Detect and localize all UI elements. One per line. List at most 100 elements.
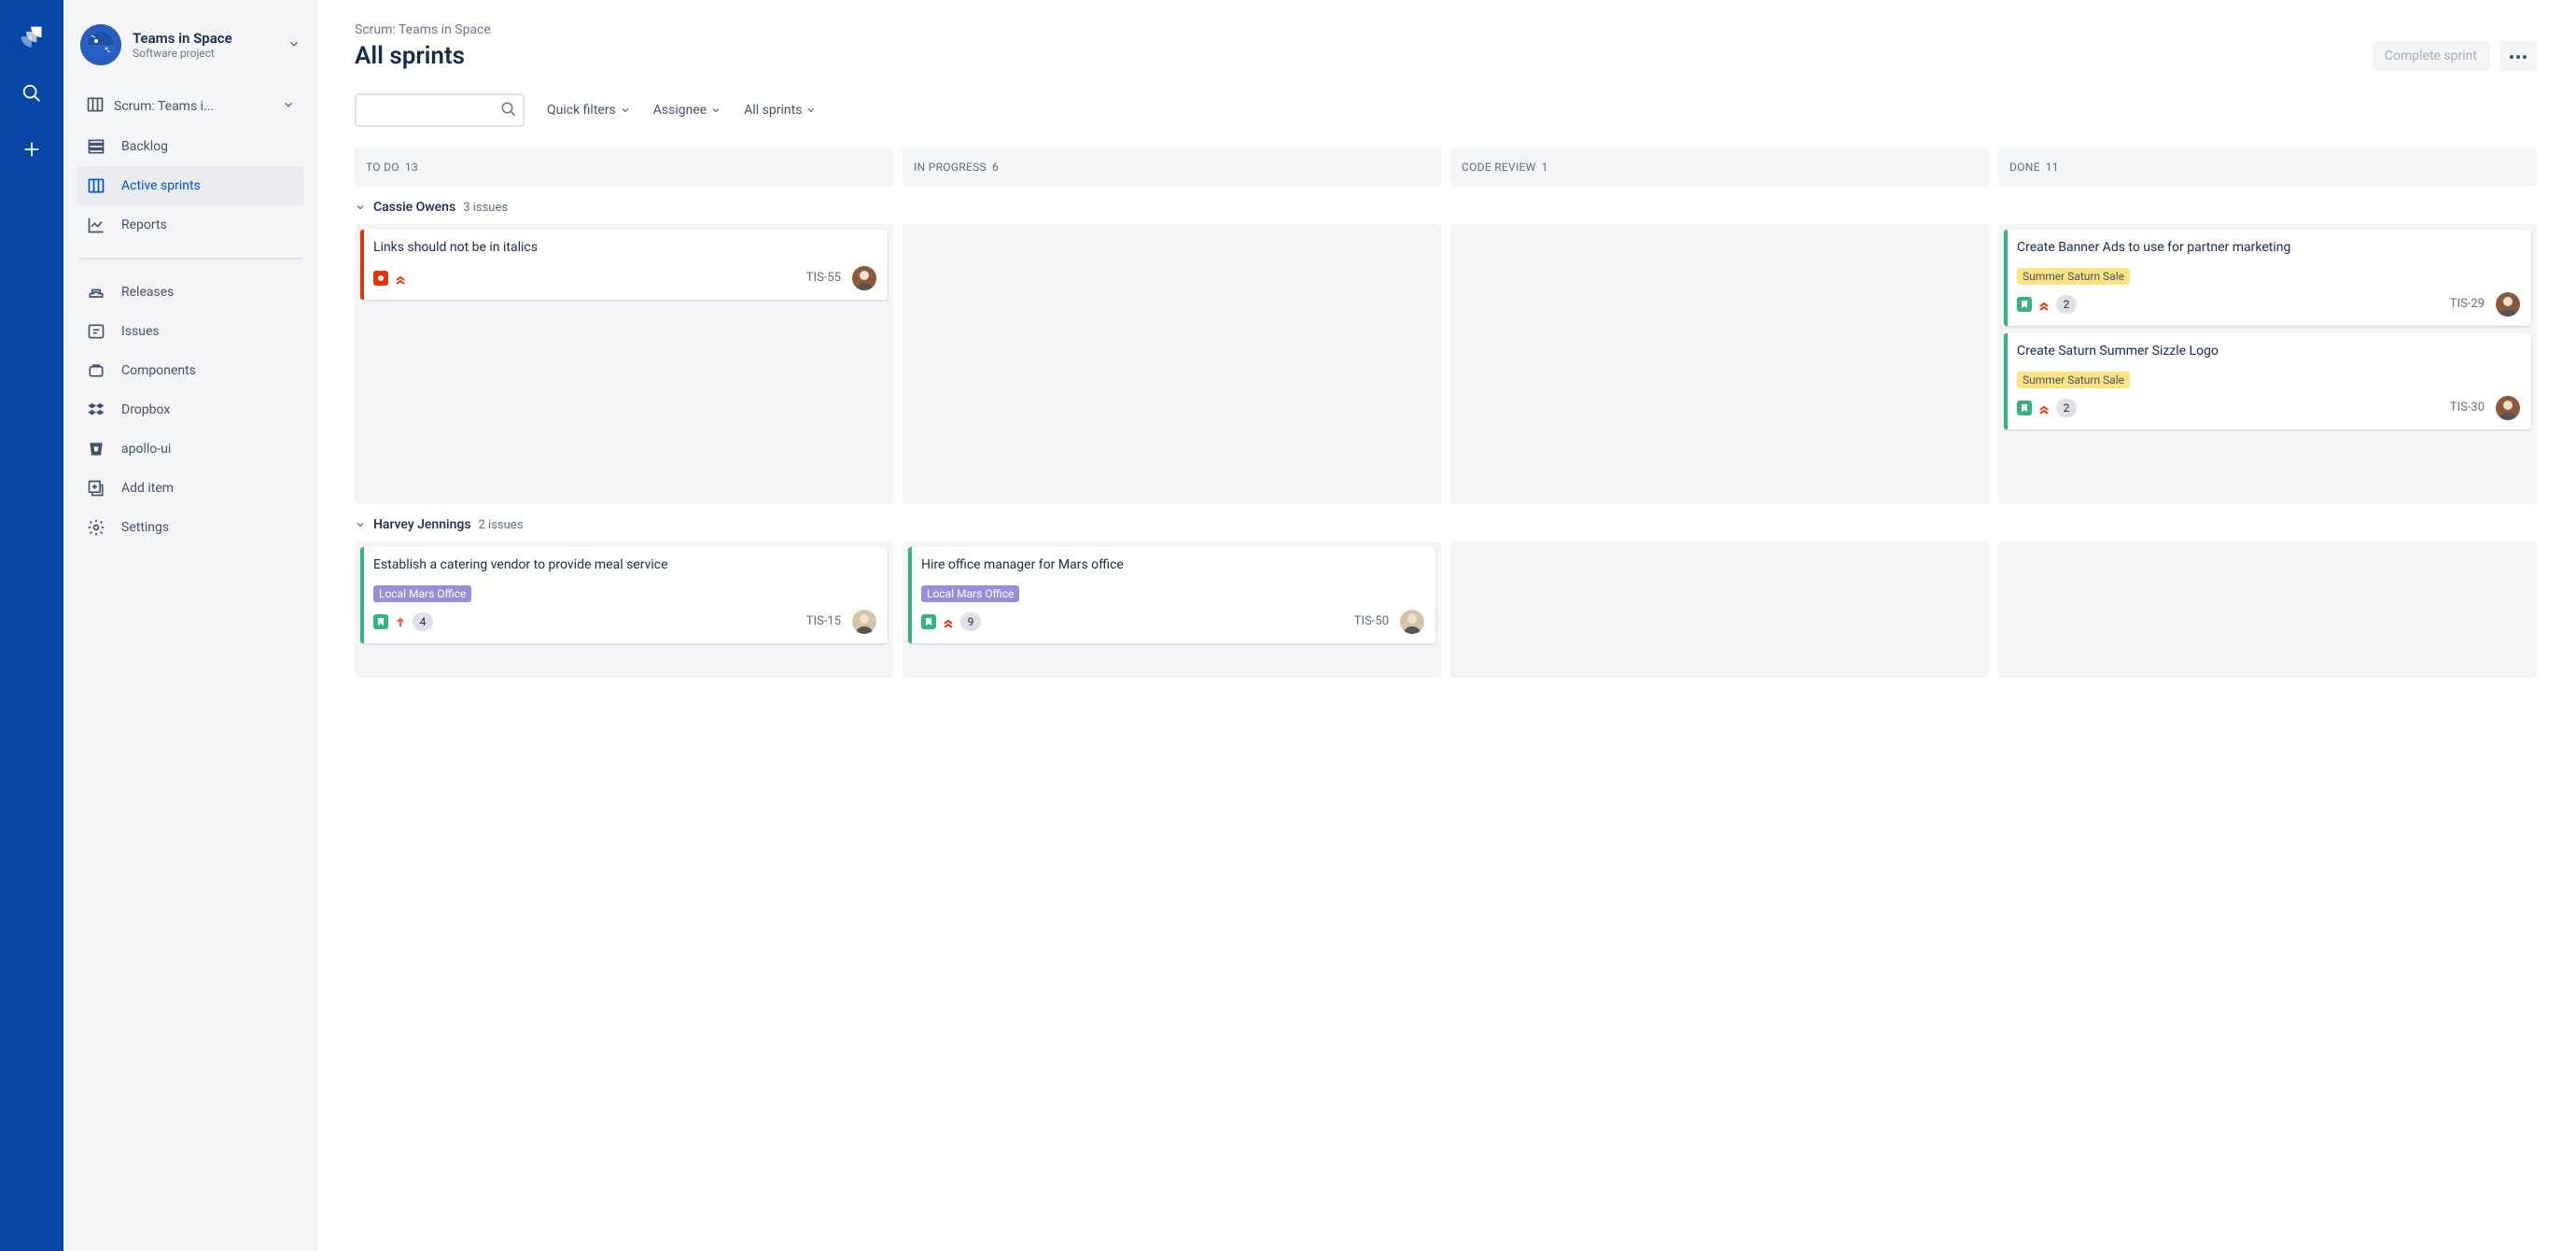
swimlane-header[interactable]: Cassie Owens3 issues	[355, 200, 2537, 215]
assignee-dropdown[interactable]: Assignee	[653, 103, 721, 118]
swimlane-name: Harvey Jennings	[373, 517, 471, 532]
epic-tag[interactable]: Local Mars Office	[921, 585, 1019, 602]
avatar	[852, 266, 876, 290]
issue-key[interactable]: TIS-50	[1354, 614, 1389, 628]
column-name: DONE	[2009, 161, 2040, 174]
board-main: Scrum: Teams in Space All sprints Comple…	[317, 0, 2576, 1251]
sidebar-item-add[interactable]: Add item	[77, 469, 304, 508]
story-icon	[2017, 401, 2032, 415]
swimlane-row: Establish a catering vendor to provide m…	[355, 541, 2537, 678]
avatar	[2496, 396, 2520, 420]
sidebar-label: Dropbox	[121, 402, 170, 417]
reports-icon	[86, 215, 106, 235]
issue-card[interactable]: Establish a catering vendor to provide m…	[360, 547, 888, 643]
board-nav: Backlog Active sprints Reports	[63, 127, 317, 245]
complete-sprint-button[interactable]: Complete sprint	[2372, 41, 2490, 71]
board-search-input[interactable]	[355, 93, 525, 127]
column-headers: TO DO13IN PROGRESS6CODE REVIEW1DONE11	[355, 148, 2537, 187]
story-icon	[2017, 297, 2032, 312]
more-icon	[2509, 49, 2527, 63]
breadcrumb[interactable]: Scrum: Teams in Space	[355, 22, 2537, 37]
column-header: DONE11	[1998, 148, 2537, 187]
sidebar-item-releases[interactable]: Releases	[77, 273, 304, 312]
sidebar-item-backlog[interactable]: Backlog	[77, 127, 304, 166]
sidebar-label: Components	[121, 363, 196, 378]
swimlane-column[interactable]	[1998, 541, 2537, 678]
filter-bar: Quick filters Assignee All sprints	[355, 93, 2537, 127]
swimlane-header[interactable]: Harvey Jennings 2 issues	[355, 517, 2537, 532]
sidebar-item-apollo-ui[interactable]: apollo-ui	[77, 429, 304, 469]
sidebar-item-active-sprints[interactable]: Active sprints	[77, 166, 304, 205]
story-points: 2	[2056, 399, 2077, 417]
swimlane-column[interactable]	[1450, 541, 1989, 678]
issue-key[interactable]: TIS-29	[2450, 297, 2485, 311]
sidebar-item-components[interactable]: Components	[77, 351, 304, 390]
more-button[interactable]	[2499, 41, 2537, 71]
sidebar-item-settings[interactable]: Settings	[77, 508, 304, 547]
search-icon	[500, 101, 517, 121]
create-icon[interactable]	[19, 136, 45, 162]
epic-tag[interactable]: Local Mars Office	[373, 585, 471, 602]
column-name: CODE REVIEW	[1462, 161, 1536, 174]
page-title: All sprints	[355, 42, 465, 70]
priority-medium-icon	[394, 615, 407, 628]
sidebar-label: Backlog	[121, 139, 168, 154]
chevron-down-icon	[355, 202, 366, 213]
swimlane-column[interactable]	[903, 224, 1441, 504]
components-icon	[86, 360, 106, 381]
epic-tag[interactable]: Summer Saturn Sale	[2017, 268, 2130, 285]
issue-key[interactable]: TIS-55	[806, 271, 841, 285]
issue-card[interactable]: Create Banner Ads to use for partner mar…	[2004, 230, 2531, 326]
issue-card[interactable]: Links should not be in italics TIS-55	[360, 230, 888, 300]
issue-card[interactable]: Hire office manager for Mars officeLocal…	[908, 547, 1435, 643]
sidebar-item-reports[interactable]: Reports	[77, 205, 304, 245]
sidebar-item-issues[interactable]: Issues	[77, 312, 304, 351]
filter-label: Quick filters	[547, 103, 616, 118]
board-crumb-label: Scrum: Teams i...	[114, 99, 214, 114]
column-count: 13	[405, 161, 418, 174]
project-type: Software project	[133, 47, 232, 60]
swimlane-column[interactable]: Establish a catering vendor to provide m…	[355, 541, 893, 678]
card-stripe	[360, 230, 364, 300]
story-icon	[373, 614, 388, 629]
column-name: IN PROGRESS	[914, 161, 987, 174]
swimlane-column[interactable]	[1450, 224, 1989, 504]
chevron-down-icon	[805, 105, 817, 116]
search-icon[interactable]	[19, 80, 45, 106]
bitbucket-icon	[86, 439, 106, 459]
issue-card[interactable]: Create Saturn Summer Sizzle Logo Summer S…	[2004, 333, 2531, 429]
filter-label: All sprints	[744, 103, 802, 118]
divider	[78, 258, 302, 260]
swimlane-count: 2 issues	[479, 518, 524, 532]
quick-filters-dropdown[interactable]: Quick filters	[547, 103, 631, 118]
issue-key[interactable]: TIS-15	[806, 614, 841, 628]
issues-icon	[86, 321, 106, 342]
story-points: 4	[413, 612, 433, 631]
bug-icon	[373, 271, 388, 286]
board-breadcrumb[interactable]: Scrum: Teams i...	[63, 86, 317, 127]
issue-key[interactable]: TIS-30	[2450, 401, 2485, 415]
swimlane-column[interactable]: Links should not be in italics TIS-55	[355, 224, 893, 504]
card-title: Links should not be in italics	[373, 239, 876, 257]
sprints-dropdown[interactable]: All sprints	[744, 103, 817, 118]
sidebar-label: Reports	[121, 218, 167, 232]
sidebar-item-dropbox[interactable]: Dropbox	[77, 390, 304, 429]
card-stripe	[2004, 230, 2008, 326]
swimlane-column[interactable]: Create Banner Ads to use for partner mar…	[1998, 224, 2537, 504]
column-count: 6	[992, 161, 999, 174]
column-header: TO DO13	[355, 148, 893, 187]
jira-logo-icon[interactable]	[19, 24, 45, 50]
swimlane: Harvey Jennings 2 issues Establish a cater…	[355, 517, 2537, 678]
project-switcher[interactable]: Teams in Space Software project	[63, 19, 317, 86]
epic-tag[interactable]: Summer Saturn Sale	[2017, 372, 2130, 388]
chevron-down-icon	[287, 36, 301, 54]
card-stripe	[2004, 333, 2008, 429]
gear-icon	[86, 517, 106, 538]
sidebar-label: Issues	[121, 324, 160, 339]
swimlane-column[interactable]: Hire office manager for Mars officeLocal…	[903, 541, 1441, 678]
avatar	[1400, 610, 1424, 634]
column-header: IN PROGRESS 6	[903, 148, 1441, 187]
card-title: Create Saturn Summer Sizzle Logo	[2017, 343, 2520, 360]
search-input-wrap	[355, 93, 525, 127]
chevron-down-icon	[282, 98, 295, 115]
